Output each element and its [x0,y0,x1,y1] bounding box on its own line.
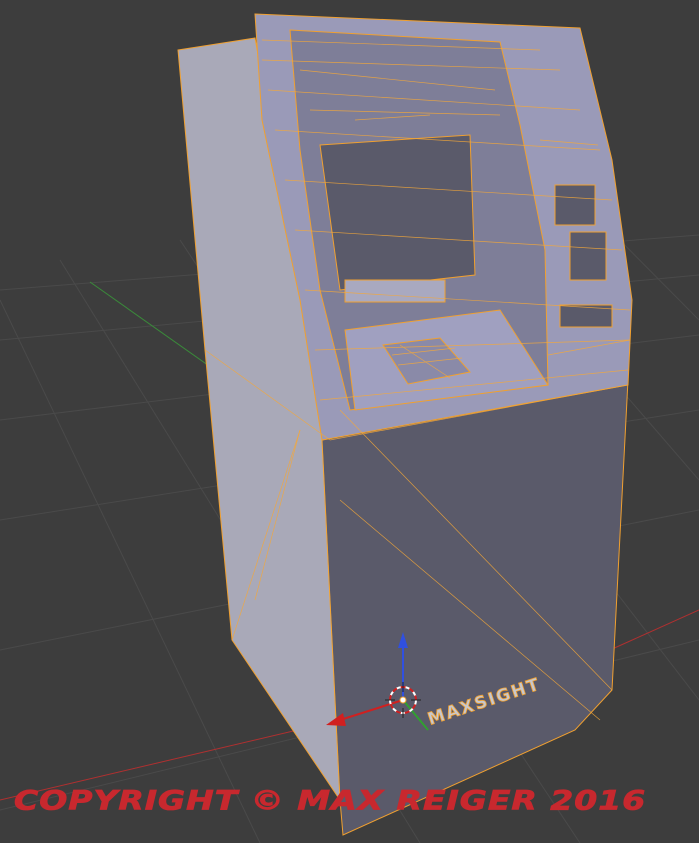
bottom-slot [344,279,446,303]
card-reader [554,184,596,226]
lower-cabinet [321,379,629,836]
3d-viewport[interactable]: MAXSIGHT COPYRIGHT © MAX REIGER 2016 [0,0,699,843]
x-axis-line-right [609,609,699,651]
object-origin-icon [399,696,407,704]
receipt-slot [569,231,607,281]
copyright-watermark: COPYRIGHT © MAX REIGER 2016 [14,784,647,817]
atm-screen [319,134,476,291]
viewport-canvas[interactable]: MAXSIGHT [0,0,699,843]
